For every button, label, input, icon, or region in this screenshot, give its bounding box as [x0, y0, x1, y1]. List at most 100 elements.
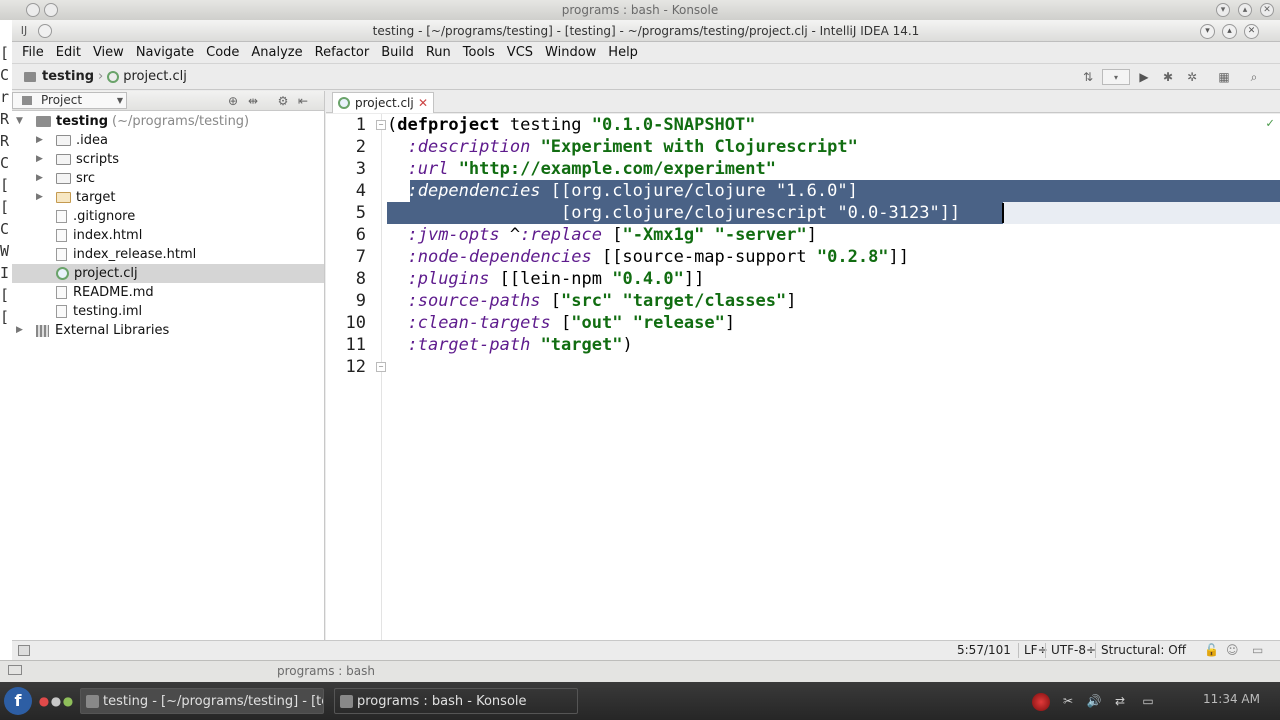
ide-title: testing - [~/programs/testing] - [testin…: [372, 24, 920, 38]
konsole-char: C: [0, 154, 10, 172]
code-string: "release": [632, 313, 725, 333]
project-view-dropdown[interactable]: Project ▼: [12, 92, 127, 109]
konsole-char: [: [0, 176, 10, 194]
collapsed-arrow-icon[interactable]: ▶: [36, 188, 48, 207]
tab-project-clj[interactable]: project.clj ✕: [332, 92, 434, 113]
hector-icon[interactable]: ☺: [1226, 641, 1239, 660]
record-icon[interactable]: [1032, 693, 1050, 711]
tree-item-project-clj[interactable]: project.clj: [12, 264, 324, 283]
tree-item-index-html[interactable]: index.html: [56, 226, 142, 245]
task-label: programs : bash - Konsole: [357, 694, 527, 709]
code-keyword: :dependencies: [407, 181, 541, 201]
konsole-char: W: [0, 242, 10, 260]
collapsed-arrow-icon[interactable]: ▶: [36, 169, 48, 188]
run-config-dropdown[interactable]: ▾: [1102, 69, 1130, 85]
caret-position[interactable]: 5:57/101: [957, 641, 1011, 660]
scroll-from-source-icon[interactable]: ⊕: [225, 93, 241, 109]
line-number: 6: [355, 225, 366, 245]
taskbar-task-konsole[interactable]: programs : bash - Konsole: [334, 688, 578, 714]
terminal-icon[interactable]: [8, 665, 22, 675]
konsole-menu-icon[interactable]: [26, 3, 40, 17]
coverage-icon[interactable]: ✲: [1184, 69, 1200, 85]
folder-icon: [24, 71, 36, 82]
menu-view[interactable]: View: [87, 45, 130, 60]
menu-build[interactable]: Build: [375, 45, 420, 60]
tree-item-target[interactable]: ▶ target: [36, 188, 116, 207]
menu-refactor[interactable]: Refactor: [309, 45, 376, 60]
menu-code[interactable]: Code: [200, 45, 245, 60]
debug-icon[interactable]: ✱: [1160, 69, 1176, 85]
collapsed-arrow-icon[interactable]: ▶: [36, 131, 48, 150]
tree-item-src[interactable]: ▶ src: [36, 169, 95, 188]
code-editor[interactable]: 1 2 3 4 5 6 7 8 9 10 11 12 − − ✓ (defpro…: [326, 114, 1280, 640]
taskbar-task-intellij[interactable]: testing - [~/programs/testing] - [te: [80, 688, 324, 714]
code-token: ]: [806, 225, 817, 245]
menu-edit[interactable]: Edit: [50, 45, 87, 60]
project-panel: Project ▼ ⊕ ⇹ ⚙ ⇤ ▼ testing (~/programs/…: [12, 91, 325, 640]
tree-item-label: src: [76, 171, 95, 186]
fold-marker-icon[interactable]: −: [376, 120, 386, 130]
konsole-pin-icon[interactable]: [44, 3, 58, 17]
collapse-all-icon[interactable]: ⇹: [245, 93, 261, 109]
search-icon[interactable]: ⌕: [1246, 69, 1262, 85]
konsole-tab-label[interactable]: programs : bash: [277, 661, 375, 681]
tree-item-scripts[interactable]: ▶ scripts: [36, 150, 119, 169]
menu-file[interactable]: File: [16, 45, 50, 60]
breadcrumb-project[interactable]: testing: [42, 69, 94, 84]
menu-analyze[interactable]: Analyze: [245, 45, 308, 60]
tree-item-testing-iml[interactable]: testing.iml: [56, 302, 142, 321]
close-tab-icon[interactable]: ✕: [418, 93, 428, 113]
project-structure-icon[interactable]: ▦: [1216, 69, 1232, 85]
display-icon[interactable]: ▭: [1140, 693, 1156, 709]
tree-item-external-libraries[interactable]: ▶ External Libraries: [16, 321, 169, 340]
hide-panel-icon[interactable]: ⇤: [295, 93, 311, 109]
tree-item-gitignore[interactable]: .gitignore: [56, 207, 135, 226]
code-token: ): [622, 335, 633, 355]
event-log-icon[interactable]: ▭: [1252, 641, 1263, 660]
build-icon[interactable]: ⇅: [1080, 69, 1096, 85]
maximize-icon[interactable]: ▴: [1222, 24, 1237, 39]
file-encoding[interactable]: UTF-8÷: [1051, 641, 1096, 660]
tree-item-index-release-html[interactable]: index_release.html: [56, 245, 196, 264]
run-icon[interactable]: ▶: [1136, 69, 1152, 85]
code-token: [[org.clojure/clojure "1.6.0"]: [540, 181, 858, 201]
fedora-launcher-icon[interactable]: f: [4, 687, 32, 715]
konsole-maximize-icon[interactable]: ▴: [1238, 3, 1252, 17]
menubar: File Edit View Navigate Code Analyze Ref…: [12, 42, 1280, 64]
collapsed-arrow-icon[interactable]: ▶: [36, 150, 48, 169]
scissors-icon[interactable]: ✂: [1060, 693, 1076, 709]
code-string: "http://example.com/experiment": [458, 159, 776, 179]
tree-item-label: .gitignore: [73, 209, 136, 224]
menu-vcs[interactable]: VCS: [501, 45, 539, 60]
intellij-app-icon[interactable]: IJ: [16, 23, 32, 39]
minimize-icon[interactable]: ▾: [1200, 24, 1215, 39]
tree-item-idea[interactable]: ▶ .idea: [36, 131, 108, 150]
menu-help[interactable]: Help: [602, 45, 644, 60]
lock-icon[interactable]: 🔓: [1204, 641, 1219, 660]
konsole-titlebar: programs : bash - Konsole ▾ ▴ ✕: [0, 0, 1280, 20]
close-icon[interactable]: ✕: [1244, 24, 1259, 39]
collapsed-arrow-icon[interactable]: ▶: [16, 321, 28, 340]
menu-tools[interactable]: Tools: [457, 45, 501, 60]
network-icon[interactable]: ⇄: [1112, 693, 1128, 709]
menu-navigate[interactable]: Navigate: [130, 45, 200, 60]
library-icon: [36, 324, 49, 337]
green-dot-icon[interactable]: ●: [60, 693, 76, 709]
clock[interactable]: 11:34 AM: [1203, 692, 1260, 706]
breadcrumb-file[interactable]: project.clj: [123, 69, 187, 84]
task-label: testing - [~/programs/testing] - [te: [103, 694, 324, 709]
menu-run[interactable]: Run: [420, 45, 457, 60]
tool-windows-icon[interactable]: [18, 645, 30, 656]
structural-mode[interactable]: Structural: Off: [1101, 641, 1186, 660]
fold-marker-icon[interactable]: −: [376, 362, 386, 372]
line-number: 5: [355, 203, 366, 223]
settings-gear-icon[interactable]: ⚙: [275, 93, 291, 109]
volume-icon[interactable]: 🔊: [1086, 693, 1102, 709]
menu-window[interactable]: Window: [539, 45, 602, 60]
tree-item-readme[interactable]: README.md: [56, 283, 154, 302]
expanded-arrow-icon[interactable]: ▼: [16, 112, 28, 131]
pin-icon[interactable]: [38, 24, 52, 38]
konsole-minimize-icon[interactable]: ▾: [1216, 3, 1230, 17]
konsole-close-icon[interactable]: ✕: [1260, 3, 1274, 17]
tree-root[interactable]: ▼ testing (~/programs/testing): [16, 112, 249, 131]
